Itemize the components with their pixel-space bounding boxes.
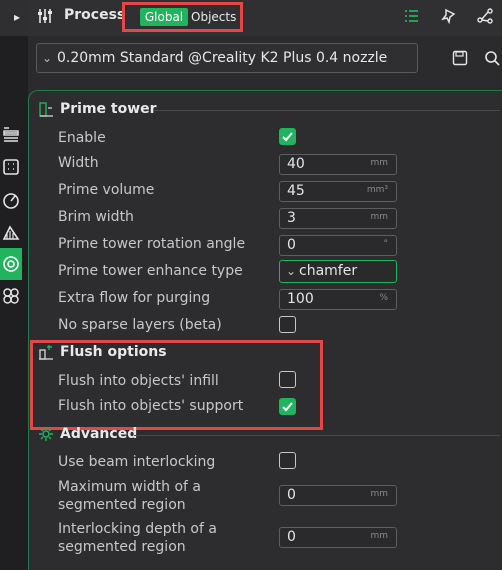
input-max-width[interactable]: 0 mm bbox=[279, 485, 397, 506]
label-enable: Enable bbox=[58, 130, 106, 146]
support-tool[interactable] bbox=[0, 216, 22, 248]
speedometer-icon bbox=[3, 193, 19, 209]
label-max-width-line1: Maximum width of a bbox=[58, 479, 201, 495]
pin-icon[interactable] bbox=[440, 7, 458, 25]
interlocking-depth-unit: mm bbox=[370, 531, 388, 541]
input-width[interactable]: 40 mm bbox=[279, 154, 397, 175]
input-rotation-angle[interactable]: 0 ° bbox=[279, 235, 397, 256]
label-enhance-type: Prime tower enhance type bbox=[58, 263, 243, 279]
global-objects-toggle: Global Objects bbox=[122, 2, 243, 32]
others-tool[interactable] bbox=[0, 280, 22, 312]
target-icon bbox=[3, 256, 19, 272]
label-brim-width: Brim width bbox=[58, 209, 134, 225]
checkbox-flush-support[interactable] bbox=[279, 398, 296, 415]
label-rotation-angle: Prime tower rotation angle bbox=[58, 236, 246, 252]
input-extra-flow[interactable]: 100 % bbox=[279, 289, 397, 310]
input-interlocking-depth[interactable]: 0 mm bbox=[279, 527, 397, 548]
quality-tool[interactable] bbox=[0, 151, 22, 183]
checkbox-beam-interlocking[interactable] bbox=[279, 452, 296, 469]
max-width-value: 0 bbox=[287, 487, 296, 503]
share-icon[interactable] bbox=[476, 7, 494, 25]
label-interlocking-depth: Interlocking depth of a segmented region bbox=[58, 520, 217, 556]
tab-objects[interactable]: Objects bbox=[191, 8, 236, 26]
layers-icon bbox=[3, 127, 19, 142]
extra-flow-unit: % bbox=[379, 293, 388, 303]
prime-volume-value: 45 bbox=[287, 183, 305, 199]
speed-tool[interactable] bbox=[0, 184, 22, 216]
check-icon bbox=[282, 402, 293, 412]
label-max-width-line2: segmented region bbox=[58, 497, 186, 513]
search-icon[interactable] bbox=[484, 50, 500, 66]
select-enhance-type[interactable]: ⌄ chamfer bbox=[279, 260, 397, 283]
section-title-prime-tower: Prime tower bbox=[60, 101, 157, 117]
chevron-down-icon: ⌄ bbox=[286, 264, 297, 278]
width-unit: mm bbox=[370, 158, 388, 168]
section-title-advanced: Advanced bbox=[60, 426, 138, 442]
clover-icon bbox=[3, 288, 19, 304]
input-brim-width[interactable]: 3 mm bbox=[279, 208, 397, 229]
brim-width-value: 3 bbox=[287, 210, 296, 226]
save-icon[interactable] bbox=[452, 50, 468, 66]
label-flush-support: Flush into objects' support bbox=[58, 398, 244, 414]
tab-global[interactable]: Global bbox=[140, 8, 188, 26]
label-extra-flow: Extra flow for purging bbox=[58, 290, 211, 306]
brim-width-unit: mm bbox=[370, 212, 388, 222]
label-prime-volume: Prime volume bbox=[58, 182, 155, 198]
divider bbox=[134, 435, 500, 436]
label-no-sparse-layers: No sparse layers (beta) bbox=[58, 317, 222, 333]
sliders-icon bbox=[38, 9, 52, 23]
checkbox-enable[interactable] bbox=[279, 128, 296, 145]
advanced-gear-icon bbox=[39, 427, 53, 441]
checkbox-no-sparse-layers[interactable] bbox=[279, 316, 296, 333]
input-prime-volume[interactable]: 45 mm³ bbox=[279, 181, 397, 202]
label-width: Width bbox=[58, 155, 99, 171]
label-beam-interlocking: Use beam interlocking bbox=[58, 454, 216, 470]
extra-flow-value: 100 bbox=[287, 291, 314, 307]
label-depth-line2: segmented region bbox=[58, 539, 186, 555]
section-title-flush-options: Flush options bbox=[60, 344, 167, 360]
label-depth-line1: Interlocking depth of a bbox=[58, 521, 217, 537]
chevron-down-icon: ⌄ bbox=[42, 51, 53, 65]
prime-volume-unit: mm³ bbox=[366, 185, 388, 195]
preset-name: 0.20mm Standard @Creality K2 Plus 0.4 no… bbox=[57, 50, 388, 66]
label-flush-infill: Flush into objects' infill bbox=[58, 373, 219, 389]
checkbox-flush-infill[interactable] bbox=[279, 371, 296, 388]
prime-tower-icon bbox=[39, 102, 53, 117]
rotation-angle-unit: ° bbox=[383, 239, 389, 249]
enhance-type-value: chamfer bbox=[299, 263, 358, 279]
multimaterial-tool[interactable] bbox=[0, 248, 22, 280]
preset-dropdown[interactable]: ⌄ 0.20mm Standard @Creality K2 Plus 0.4 … bbox=[36, 43, 418, 73]
process-header: Process Global Objects bbox=[28, 0, 502, 36]
width-value: 40 bbox=[287, 156, 305, 172]
layer-height-tool[interactable] bbox=[0, 118, 22, 150]
global-list-icon[interactable] bbox=[402, 7, 420, 25]
process-title: Process bbox=[64, 7, 126, 23]
support-icon bbox=[2, 225, 20, 240]
label-max-width: Maximum width of a segmented region bbox=[58, 478, 201, 514]
flush-icon bbox=[39, 345, 53, 360]
grid-square-icon bbox=[3, 159, 19, 175]
check-icon bbox=[282, 132, 293, 142]
interlocking-depth-value: 0 bbox=[287, 529, 296, 545]
chevron-right-icon: ▸ bbox=[14, 10, 21, 24]
divider bbox=[154, 110, 500, 111]
collapse-sidebar-button[interactable]: ▸ bbox=[0, 0, 28, 36]
max-width-unit: mm bbox=[370, 489, 388, 499]
rotation-angle-value: 0 bbox=[287, 237, 296, 253]
